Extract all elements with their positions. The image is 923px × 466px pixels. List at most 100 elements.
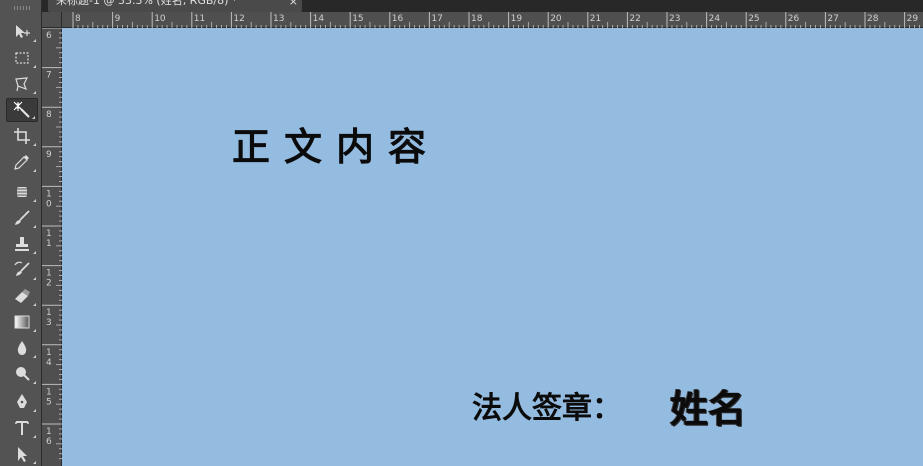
ruler-label: 8 <box>75 14 81 24</box>
flyout-indicator <box>33 409 36 412</box>
gradient-tool[interactable] <box>6 310 38 334</box>
ruler-label: 4 <box>46 358 52 368</box>
crop-tool[interactable] <box>6 124 38 148</box>
ruler-label: 10 <box>154 14 166 24</box>
flyout-indicator <box>33 39 36 42</box>
ruler-label: 12 <box>233 14 244 24</box>
flyout-indicator <box>33 355 36 358</box>
flyout-indicator <box>33 461 36 464</box>
ruler-label: 18 <box>471 14 483 24</box>
ruler-label: 20 <box>550 14 562 24</box>
ruler-label: 1 <box>46 348 52 358</box>
document-canvas[interactable]: 正文内容 法人签章： 姓名 <box>62 28 923 466</box>
crop-icon <box>14 128 30 144</box>
flyout-indicator <box>33 65 36 68</box>
ruler-label: 9 <box>46 150 52 160</box>
ruler-label: 5 <box>46 397 52 407</box>
ruler-label: 21 <box>590 14 601 24</box>
toolbox-grip[interactable] <box>14 6 30 10</box>
dodge-icon <box>16 367 30 381</box>
path-selection-tool[interactable] <box>6 442 38 466</box>
flyout-indicator <box>33 435 36 438</box>
ruler-origin[interactable] <box>42 12 62 28</box>
ruler-label: 1 <box>46 308 52 318</box>
document-tab[interactable]: 未标题-1 @ 33.3% (姓名, RGB/8) * × <box>48 0 302 12</box>
clone-stamp-tool[interactable] <box>6 232 38 256</box>
signature-name: 姓名 <box>670 387 747 431</box>
ruler-label: 7 <box>46 71 52 81</box>
gradient-icon <box>14 315 30 329</box>
flyout-indicator <box>33 225 36 228</box>
clone-stamp-icon <box>15 237 29 251</box>
ruler-label: 1 <box>46 387 52 397</box>
ruler-label: 3 <box>46 318 52 328</box>
ruler-label: 1 <box>46 229 52 239</box>
eraser-icon <box>15 289 30 303</box>
ruler-label: 2 <box>46 279 52 289</box>
ruler-label: 28 <box>867 14 879 24</box>
ruler-label: 15 <box>352 14 363 24</box>
document-tab-title: 未标题-1 @ 33.3% (姓名, RGB/8) * <box>56 0 238 7</box>
ruler-label: 11 <box>194 14 205 24</box>
marquee-tool[interactable] <box>6 46 38 70</box>
flyout-indicator <box>33 169 36 172</box>
eyedropper-tool[interactable] <box>6 150 38 174</box>
ruler-label: 26 <box>788 14 800 24</box>
flyout-indicator <box>33 381 36 384</box>
dodge-tool[interactable] <box>6 362 38 386</box>
close-icon[interactable]: × <box>289 0 298 8</box>
toolbox <box>0 0 42 466</box>
blur-icon <box>17 341 27 355</box>
ruler-label: 16 <box>392 14 404 24</box>
vertical-ruler-ticks: 678910111213141516 <box>42 28 62 460</box>
eraser-tool[interactable] <box>6 284 38 308</box>
signature-label: 法人签章： <box>472 391 622 426</box>
eyedropper-icon <box>14 155 29 170</box>
document-tab-strip: 未标题-1 @ 33.3% (姓名, RGB/8) * × <box>42 0 923 12</box>
pen-icon <box>17 394 27 408</box>
ruler-label: 29 <box>907 14 919 24</box>
flyout-indicator <box>33 143 36 146</box>
move-tool-icon <box>16 25 30 38</box>
ruler-label: 14 <box>313 14 325 24</box>
healing-brush-tool[interactable] <box>6 180 38 204</box>
history-brush-tool[interactable] <box>6 258 38 282</box>
history-brush-icon <box>14 261 30 276</box>
blur-tool[interactable] <box>6 336 38 360</box>
ruler-label: 0 <box>46 199 52 209</box>
magic-wand-icon <box>13 101 30 118</box>
brush-icon <box>15 210 30 225</box>
body-text-layer: 正文内容 <box>232 125 441 169</box>
ruler-label: 1 <box>46 269 52 279</box>
flyout-indicator <box>33 251 36 254</box>
ruler-label: 6 <box>46 437 52 447</box>
type-tool[interactable] <box>6 416 38 440</box>
vertical-ruler[interactable]: 678910111213141516 <box>42 28 62 466</box>
ruler-label: 1 <box>46 239 52 249</box>
brush-tool[interactable] <box>6 206 38 230</box>
magic-wand-tool[interactable] <box>6 98 38 122</box>
ruler-label: 17 <box>431 14 442 24</box>
ruler-label: 22 <box>629 14 640 24</box>
move-tool[interactable] <box>6 20 38 44</box>
flyout-indicator <box>33 303 36 306</box>
ruler-label: 23 <box>669 14 680 24</box>
flyout-indicator <box>33 277 36 280</box>
ruler-label: 25 <box>748 14 759 24</box>
horizontal-ruler[interactable]: 8 9 10 11 12 13 14 15 16 17 18 19 20 21 22 23 24 25 26 27 28… <box>62 12 923 28</box>
ruler-label: 1 <box>46 427 52 437</box>
lasso-icon <box>15 77 29 92</box>
lasso-tool[interactable] <box>6 72 38 96</box>
ruler-label: 13 <box>273 14 284 24</box>
flyout-indicator <box>33 91 36 94</box>
ruler-label: 19 <box>511 14 523 24</box>
ruler-label: 8 <box>46 110 52 120</box>
flyout-indicator <box>32 116 35 119</box>
healing-brush-icon <box>15 187 29 197</box>
ruler-label: 27 <box>827 14 838 24</box>
flyout-indicator <box>33 329 36 332</box>
flyout-indicator <box>33 199 36 202</box>
ruler-label: 1 <box>46 189 52 199</box>
pen-tool[interactable] <box>6 390 38 414</box>
horizontal-ruler-ticks: 8 9 10 11 12 13 14 15 16 17 18 19 20 21 22 23 24 25 26 27 28… <box>72 12 920 28</box>
